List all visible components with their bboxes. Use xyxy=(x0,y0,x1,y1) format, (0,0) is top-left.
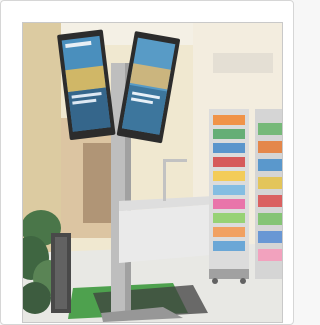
thumbnail-frame xyxy=(0,0,294,325)
photo xyxy=(22,22,283,323)
light-overlay xyxy=(23,23,282,322)
photo-illustration xyxy=(23,23,282,322)
